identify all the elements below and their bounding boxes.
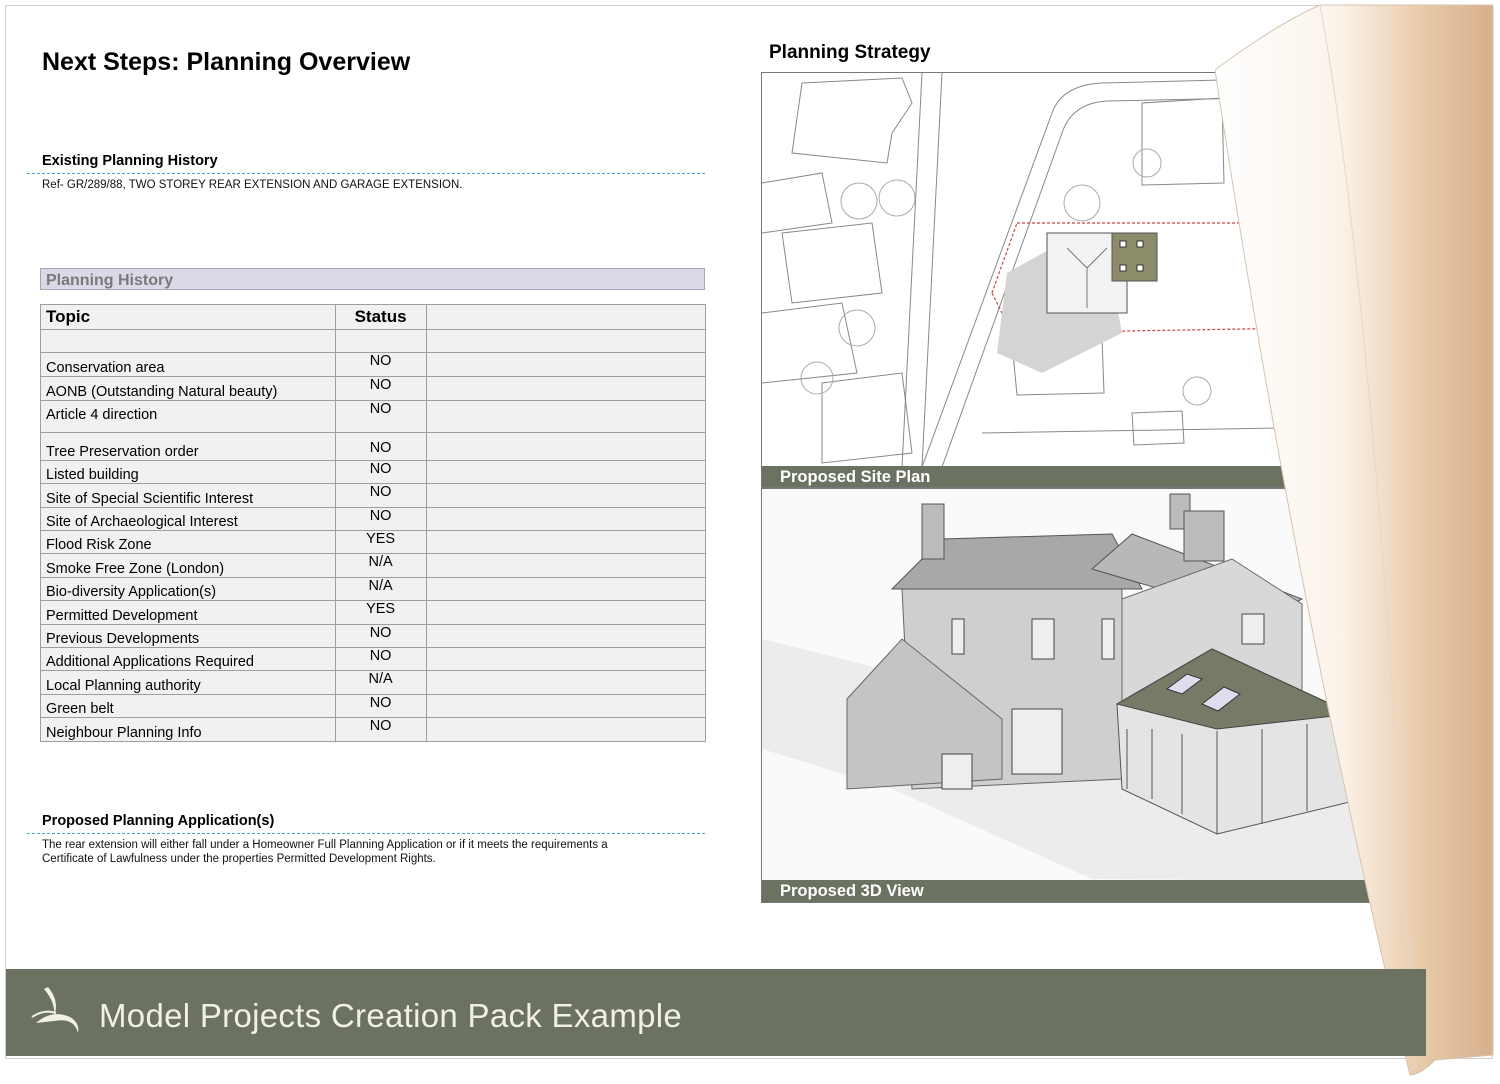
row-status: NO (334, 624, 427, 648)
row-topic: Previous Developments (40, 624, 336, 648)
section-divider (27, 173, 705, 174)
table-row: Green belt NO (40, 694, 707, 718)
column-header-status: Status (334, 304, 427, 330)
row-topic: Neighbour Planning Info (40, 717, 336, 742)
row-status: NO (334, 483, 427, 508)
proposed-applications-heading: Proposed Planning Application(s) (42, 813, 275, 829)
row-topic: AONB (Outstanding Natural beauty) (40, 376, 336, 401)
row-status: NO (334, 717, 427, 742)
planning-strategy-heading: Planning Strategy (769, 42, 931, 63)
proposed-applications-line2: Certificate of Lawfulness under the prop… (42, 853, 436, 865)
table-row: Permitted Development YES (40, 600, 707, 625)
table-row-empty (40, 329, 707, 353)
table-row: Additional Applications Required NO (40, 647, 707, 671)
row-topic: Site of Archaeological Interest (40, 507, 336, 531)
footer-bar: Model Projects Creation Pack Example (6, 969, 1426, 1056)
row-status: NO (334, 460, 427, 484)
table-row: Site of Archaeological Interest NO (40, 507, 707, 531)
swoosh-logo-icon (31, 987, 79, 1033)
planning-history-table: Topic Status Conservation area NO AONB (… (40, 304, 707, 742)
row-status: N/A (334, 577, 427, 601)
table-row: Previous Developments NO (40, 624, 707, 648)
table-row: Smoke Free Zone (London) N/A (40, 553, 707, 578)
column-header-topic: Topic (40, 304, 336, 330)
planning-history-heading: Planning History (40, 268, 705, 290)
table-row: Bio-diversity Application(s) N/A (40, 577, 707, 601)
table-row: Listed building NO (40, 460, 707, 484)
table-row: Neighbour Planning Info NO (40, 717, 707, 742)
existing-history-heading: Existing Planning History (42, 153, 218, 169)
table-row: Flood Risk Zone YES (40, 530, 707, 554)
row-status: N/A (334, 553, 427, 578)
table-row: Conservation area NO (40, 352, 707, 377)
page-curl-icon (1215, 4, 1494, 1076)
row-topic: Local Planning authority (40, 670, 336, 695)
row-topic: Bio-diversity Application(s) (40, 577, 336, 601)
table-row: Site of Special Scientific Interest NO (40, 483, 707, 508)
row-status: YES (334, 530, 427, 554)
table-row: Article 4 direction NO (40, 400, 707, 433)
row-topic: Site of Special Scientific Interest (40, 483, 336, 508)
row-topic: Additional Applications Required (40, 647, 336, 671)
table-row: Tree Preservation order NO (40, 432, 707, 461)
section-divider (27, 833, 705, 834)
row-status: NO (334, 432, 427, 461)
row-topic: Green belt (40, 694, 336, 718)
row-status: NO (334, 352, 427, 377)
existing-history-text: Ref- GR/289/88, TWO STOREY REAR EXTENSIO… (42, 179, 463, 191)
row-topic: Flood Risk Zone (40, 530, 336, 554)
row-status: NO (334, 400, 427, 433)
footer-title: Model Projects Creation Pack Example (99, 997, 683, 1034)
proposed-applications-line1: The rear extension will either fall unde… (42, 839, 608, 851)
table-row: Local Planning authority N/A (40, 670, 707, 695)
row-topic: Article 4 direction (40, 400, 336, 433)
row-topic: Permitted Development (40, 600, 336, 625)
row-topic: Tree Preservation order (40, 432, 336, 461)
row-topic: Smoke Free Zone (London) (40, 553, 336, 578)
column-header-notes (425, 304, 707, 330)
row-status: NO (334, 647, 427, 671)
table-row: AONB (Outstanding Natural beauty) NO (40, 376, 707, 401)
table-header-row: Topic Status (40, 304, 707, 330)
row-status: NO (334, 507, 427, 531)
row-topic: Conservation area (40, 352, 336, 377)
page-title: Next Steps: Planning Overview (42, 48, 411, 76)
row-status: NO (334, 694, 427, 718)
row-status: YES (334, 600, 427, 625)
row-topic: Listed building (40, 460, 336, 484)
row-status: N/A (334, 670, 427, 695)
row-status: NO (334, 376, 427, 401)
